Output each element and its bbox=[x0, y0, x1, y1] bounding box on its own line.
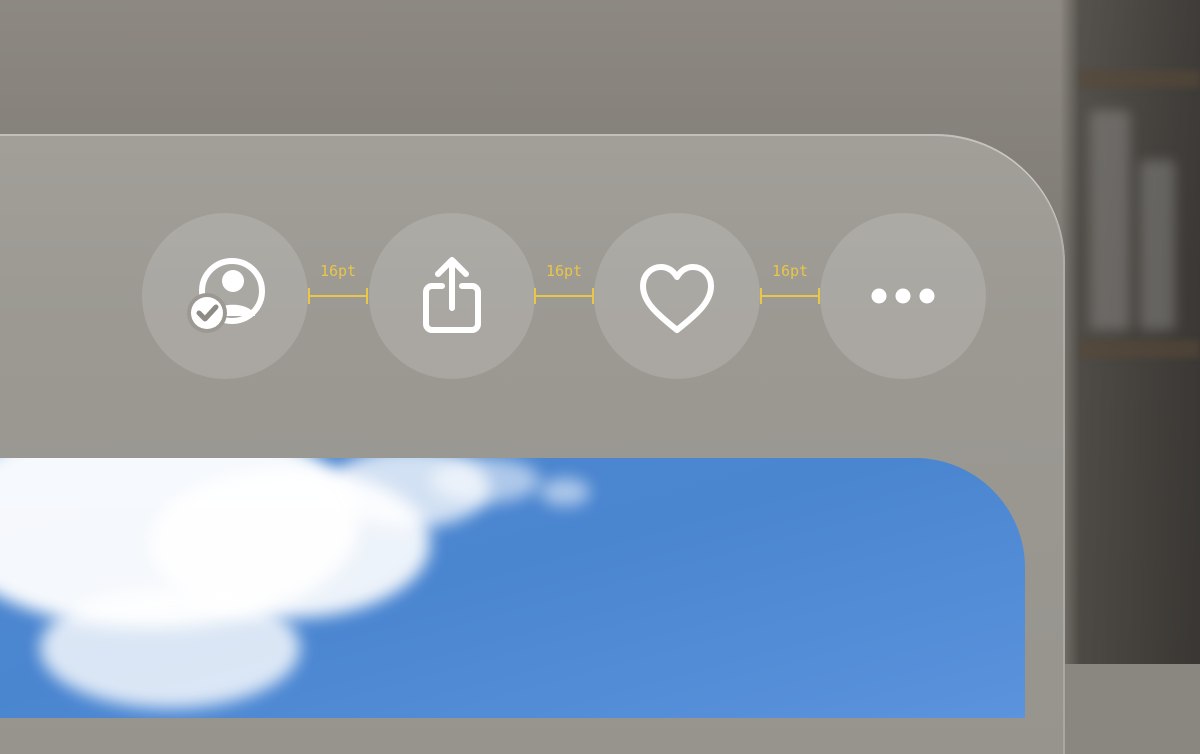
background-book bbox=[1140, 160, 1175, 330]
spacing-annotation: 16pt bbox=[534, 262, 594, 304]
share-button[interactable] bbox=[369, 213, 535, 379]
share-with-people-button[interactable] bbox=[142, 213, 308, 379]
cloud bbox=[40, 588, 300, 708]
cloud bbox=[540, 478, 590, 506]
favorite-button[interactable] bbox=[594, 213, 760, 379]
ellipsis-icon bbox=[871, 288, 935, 304]
background-book bbox=[1090, 110, 1130, 330]
background-shelf bbox=[1080, 70, 1200, 88]
person-checkmark-icon bbox=[187, 258, 265, 333]
spacing-annotation: 16pt bbox=[760, 262, 820, 304]
background-shelf bbox=[1080, 340, 1200, 358]
more-button[interactable] bbox=[820, 213, 986, 379]
photo-content bbox=[0, 458, 1025, 718]
share-icon bbox=[423, 257, 481, 333]
spacing-annotation: 16pt bbox=[308, 262, 368, 304]
spacing-label: 16pt bbox=[545, 262, 583, 280]
cloud bbox=[430, 458, 540, 503]
spacing-label: 16pt bbox=[319, 262, 357, 280]
spacing-label: 16pt bbox=[771, 262, 809, 280]
heart-icon bbox=[640, 264, 714, 333]
